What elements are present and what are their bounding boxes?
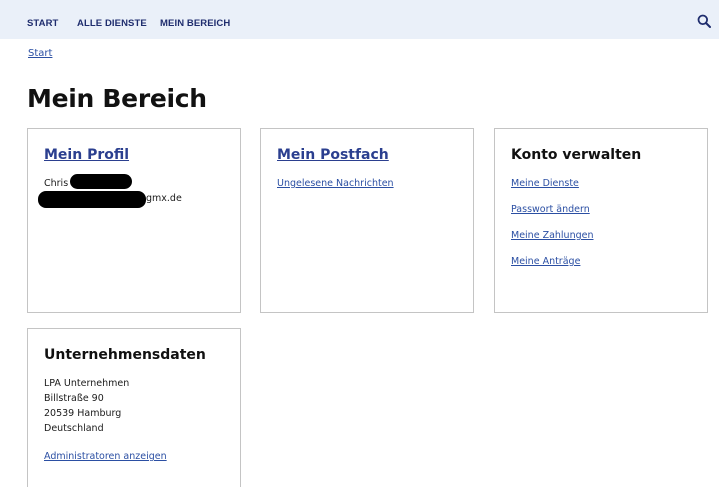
redaction-bar: [70, 174, 132, 189]
nav-alle-dienste[interactable]: ALLE DIENSTE: [77, 18, 147, 29]
account-card: Konto verwalten Meine Dienste Passwort ä…: [494, 128, 708, 313]
company-street: Billstraße 90: [44, 393, 104, 404]
nav-mein-bereich[interactable]: MEIN BEREICH: [160, 18, 230, 29]
my-services-link[interactable]: Meine Dienste: [511, 178, 579, 189]
company-card: Unternehmensdaten LPA Unternehmen Billst…: [27, 328, 241, 487]
change-password-link[interactable]: Passwort ändern: [511, 204, 590, 215]
show-admins-link[interactable]: Administratoren anzeigen: [44, 451, 167, 462]
company-country: Deutschland: [44, 423, 104, 434]
page-title: Mein Bereich: [27, 84, 207, 113]
company-city: 20539 Hamburg: [44, 408, 122, 419]
profile-title-link[interactable]: Mein Profil: [44, 147, 129, 163]
profile-name: Chris: [44, 178, 69, 189]
search-icon[interactable]: [697, 14, 711, 28]
mailbox-title-link[interactable]: Mein Postfach: [277, 147, 389, 163]
my-applications-link[interactable]: Meine Anträge: [511, 256, 580, 267]
top-navigation: START ALLE DIENSTE MEIN BEREICH: [0, 0, 719, 39]
profile-card: Mein Profil Chris gmx.de: [27, 128, 241, 313]
profile-email-domain: gmx.de: [146, 193, 182, 204]
breadcrumb-start[interactable]: Start: [28, 48, 52, 59]
mailbox-card: Mein Postfach Ungelesene Nachrichten: [260, 128, 474, 313]
company-title: Unternehmensdaten: [44, 347, 206, 363]
my-payments-link[interactable]: Meine Zahlungen: [511, 230, 594, 241]
account-title: Konto verwalten: [511, 147, 642, 163]
redaction-bar: [38, 191, 146, 208]
company-name: LPA Unternehmen: [44, 378, 130, 389]
nav-start[interactable]: START: [27, 18, 58, 29]
unread-messages-link[interactable]: Ungelesene Nachrichten: [277, 178, 394, 189]
